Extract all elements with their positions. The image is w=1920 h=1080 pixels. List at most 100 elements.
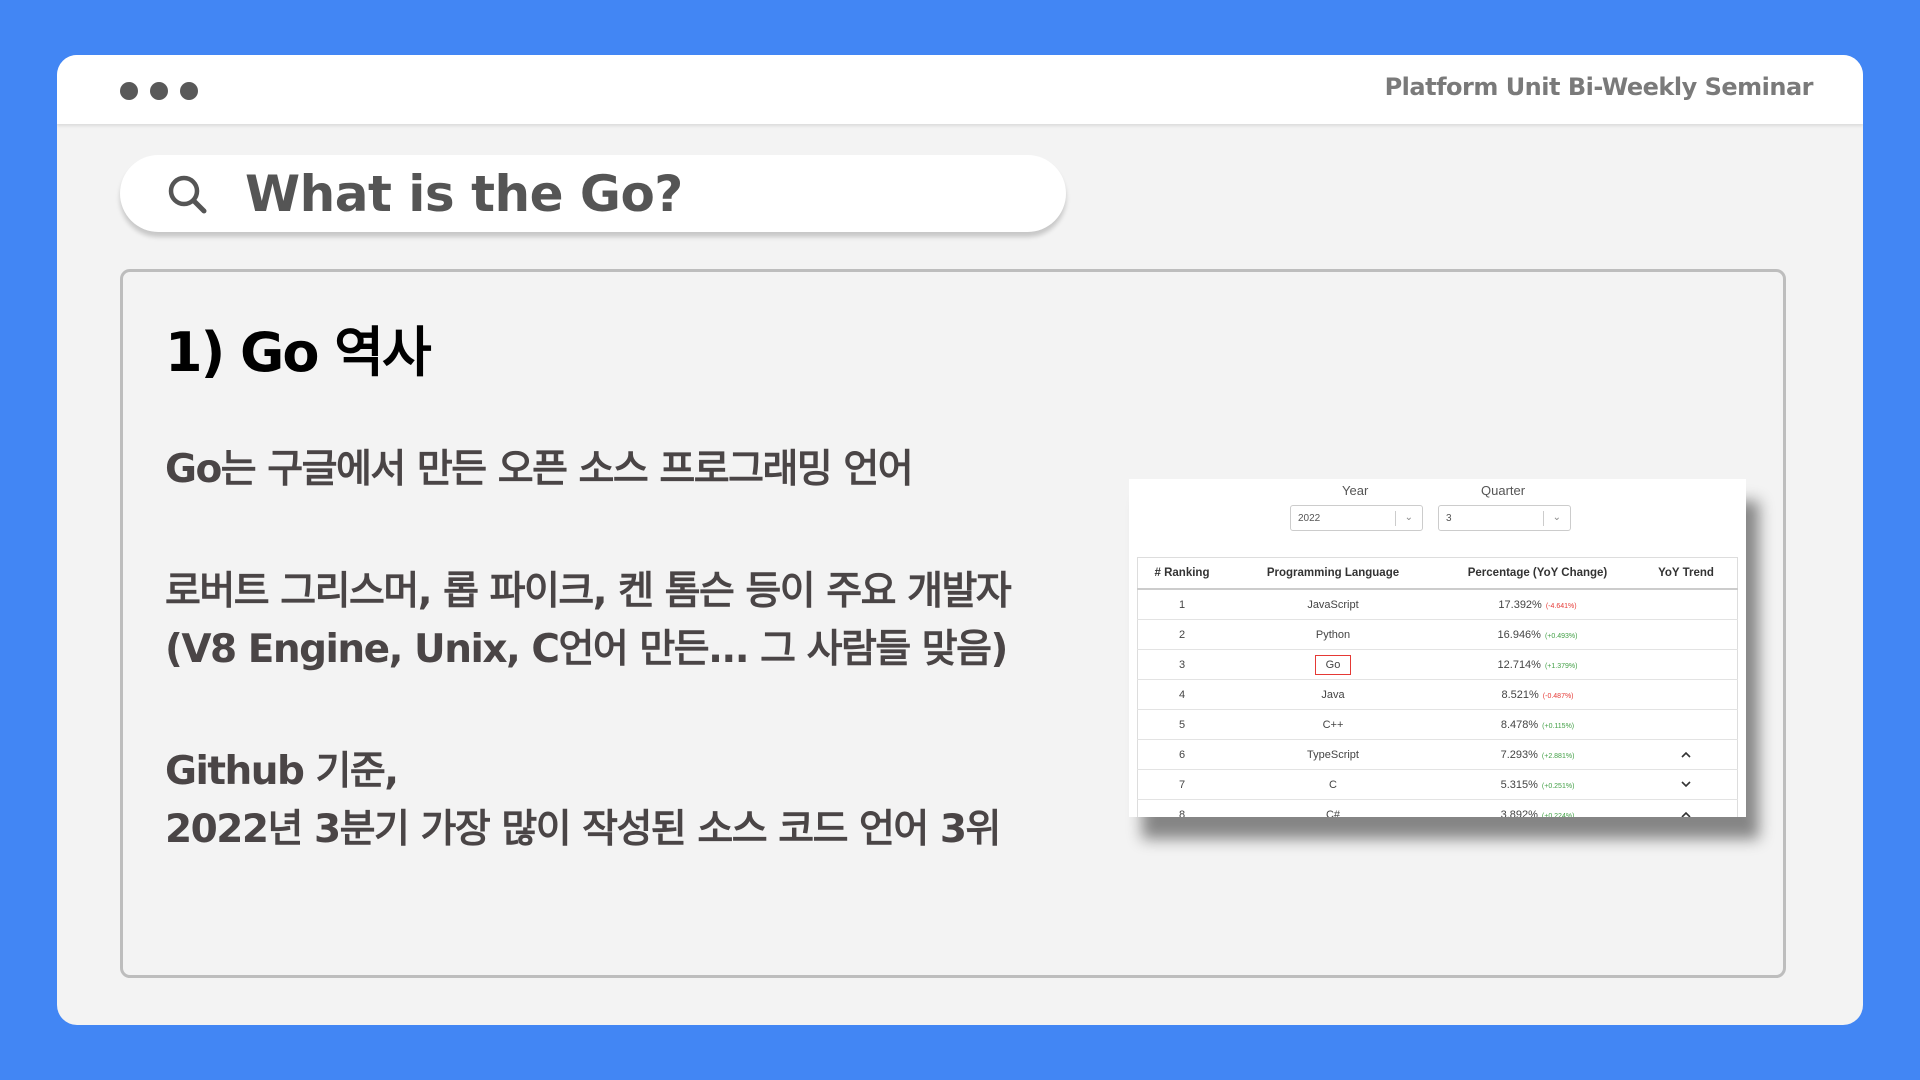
ranking-table: # Ranking Programming Language Percentag… [1137, 557, 1738, 817]
percentage-value: 12.714% [1497, 658, 1541, 671]
percentage-value: 8.521% [1501, 688, 1539, 701]
table-row: 4 Java 8.521% (-0.487%) [1137, 679, 1738, 710]
select-divider [1395, 511, 1396, 526]
chevron-up-icon [1681, 751, 1691, 758]
column-header[interactable]: Programming Language [1226, 557, 1440, 590]
table-row: 1 JavaScript 17.392% (-4.641%) [1137, 589, 1738, 620]
language-cell: JavaScript [1226, 589, 1440, 620]
yoy-change: (-4.641%) [1545, 602, 1577, 610]
language-name: JavaScript [1307, 598, 1359, 611]
yoy-change: (+2.881%) [1541, 752, 1575, 760]
language-cell: TypeScript [1226, 739, 1440, 770]
percentage-value: 17.392% [1498, 598, 1542, 611]
year-select[interactable]: 2022 ⌄ [1290, 505, 1423, 531]
percentage-value: 7.293% [1500, 748, 1538, 761]
window-dot-icon[interactable] [120, 82, 138, 100]
percentage-cell: 8.478% (+0.115%) [1440, 709, 1635, 740]
table-row: 8 C# 3.892% (+0.224%) [1137, 799, 1738, 818]
trend-cell [1635, 649, 1738, 680]
yoy-change: (+0.115%) [1542, 722, 1575, 730]
year-select-value: 2022 [1298, 513, 1321, 524]
percentage-cell: 12.714% (+1.379%) [1440, 649, 1635, 680]
language-cell: Python [1226, 619, 1440, 650]
percentage-value: 5.315% [1500, 778, 1538, 791]
percentage-cell: 16.946% (+0.493%) [1440, 619, 1635, 650]
rank-cell: 8 [1137, 799, 1226, 817]
trend-cell [1635, 619, 1738, 650]
language-name: Go [1314, 654, 1352, 675]
trend-cell [1635, 769, 1738, 800]
quarter-select-value: 3 [1446, 513, 1452, 524]
window-controls [120, 82, 198, 100]
percentage-value: 16.946% [1497, 628, 1541, 641]
table-header-row: # Ranking Programming Language Percentag… [1137, 557, 1738, 590]
text-line: Go는 구글에서 만든 오픈 소스 프로그래밍 언어 [165, 447, 914, 492]
language-name: Java [1321, 688, 1345, 701]
rank-cell: 7 [1137, 769, 1226, 800]
trend-cell [1635, 799, 1738, 817]
trend-cell [1635, 709, 1738, 740]
language-cell: C++ [1226, 709, 1440, 740]
yoy-change: (+0.493%) [1544, 632, 1578, 640]
language-name: TypeScript [1307, 748, 1359, 761]
table-row: 3 Go 12.714% (+1.379%) [1137, 649, 1738, 680]
percentage-value: 8.478% [1500, 718, 1539, 731]
trend-cell [1635, 739, 1738, 770]
search-bar[interactable]: What is the Go? [120, 155, 1066, 232]
rank-cell: 2 [1137, 619, 1226, 650]
yoy-change: (+0.224%) [1541, 812, 1575, 818]
percentage-cell: 3.892% (+0.224%) [1440, 799, 1635, 818]
rank-cell: 1 [1137, 589, 1226, 620]
text-line: Github 기준, [165, 749, 399, 794]
language-ranking-screenshot: Year Quarter 2022 ⌄ 3 ⌄ # Ranking Progra… [1129, 479, 1746, 817]
language-cell: C [1226, 769, 1440, 800]
search-query[interactable]: What is the Go? [245, 165, 683, 223]
text-line: (V8 Engine, Unix, C언어 만든... 그 사람들 맞음) [165, 627, 1008, 672]
percentage-cell: 17.392% (-4.641%) [1440, 589, 1635, 620]
column-header[interactable]: Percentage (YoY Change) [1440, 557, 1635, 590]
language-cell: Go [1226, 649, 1440, 680]
rank-cell: 3 [1137, 649, 1226, 680]
percentage-cell: 7.293% (+2.881%) [1440, 739, 1635, 770]
table-row: 5 C++ 8.478% (+0.115%) [1137, 709, 1738, 740]
quarter-label: Quarter [1481, 483, 1526, 498]
language-cell: Java [1226, 679, 1440, 710]
seminar-title: Platform Unit Bi-Weekly Seminar [1384, 73, 1814, 101]
language-name: C++ [1322, 718, 1344, 731]
table-row: 7 C 5.315% (+0.251%) [1137, 769, 1738, 800]
section-heading: 1) Go 역사 [165, 321, 432, 384]
language-name: C# [1325, 808, 1341, 818]
chevron-down-icon: ⌄ [1404, 512, 1413, 523]
percentage-value: 3.892% [1500, 808, 1538, 818]
percentage-cell: 5.315% (+0.251%) [1440, 769, 1635, 800]
language-name: Python [1315, 628, 1351, 641]
chevron-down-icon: ⌄ [1552, 512, 1561, 523]
yoy-change: (+1.379%) [1544, 662, 1578, 670]
text-line: 로버트 그리스머, 롭 파이크, 켄 톰슨 등이 주요 개발자 [165, 569, 1012, 614]
rank-cell: 4 [1137, 679, 1226, 710]
ranking-table-body: 1 JavaScript 17.392% (-4.641%) 2 Python 16.946… [1137, 589, 1738, 818]
yoy-change: (-0.487%) [1542, 692, 1574, 700]
text-line: 2022년 3분기 가장 많이 작성된 소스 코드 언어 3위 [165, 807, 1001, 852]
select-divider [1543, 511, 1544, 526]
search-icon [168, 175, 207, 214]
percentage-cell: 8.521% (-0.487%) [1440, 679, 1635, 710]
trend-cell [1635, 679, 1738, 710]
slide-window: Platform Unit Bi-Weekly Seminar What is … [57, 55, 1863, 1025]
column-header[interactable]: # Ranking [1137, 557, 1226, 590]
quarter-select[interactable]: 3 ⌄ [1438, 505, 1571, 531]
language-cell: C# [1226, 799, 1440, 818]
trend-cell [1635, 589, 1738, 620]
rank-cell: 5 [1137, 709, 1226, 740]
chevron-up-icon [1681, 811, 1691, 817]
chevron-down-icon [1681, 780, 1691, 787]
language-name: C [1329, 778, 1337, 791]
year-label: Year [1342, 483, 1369, 498]
table-row: 2 Python 16.946% (+0.493%) [1137, 619, 1738, 650]
rank-cell: 6 [1137, 739, 1226, 770]
window-dot-icon[interactable] [180, 82, 198, 100]
window-dot-icon[interactable] [150, 82, 168, 100]
column-header[interactable]: YoY Trend [1635, 557, 1738, 590]
title-bar: Platform Unit Bi-Weekly Seminar [57, 55, 1863, 124]
table-row: 6 TypeScript 7.293% (+2.881%) [1137, 739, 1738, 770]
